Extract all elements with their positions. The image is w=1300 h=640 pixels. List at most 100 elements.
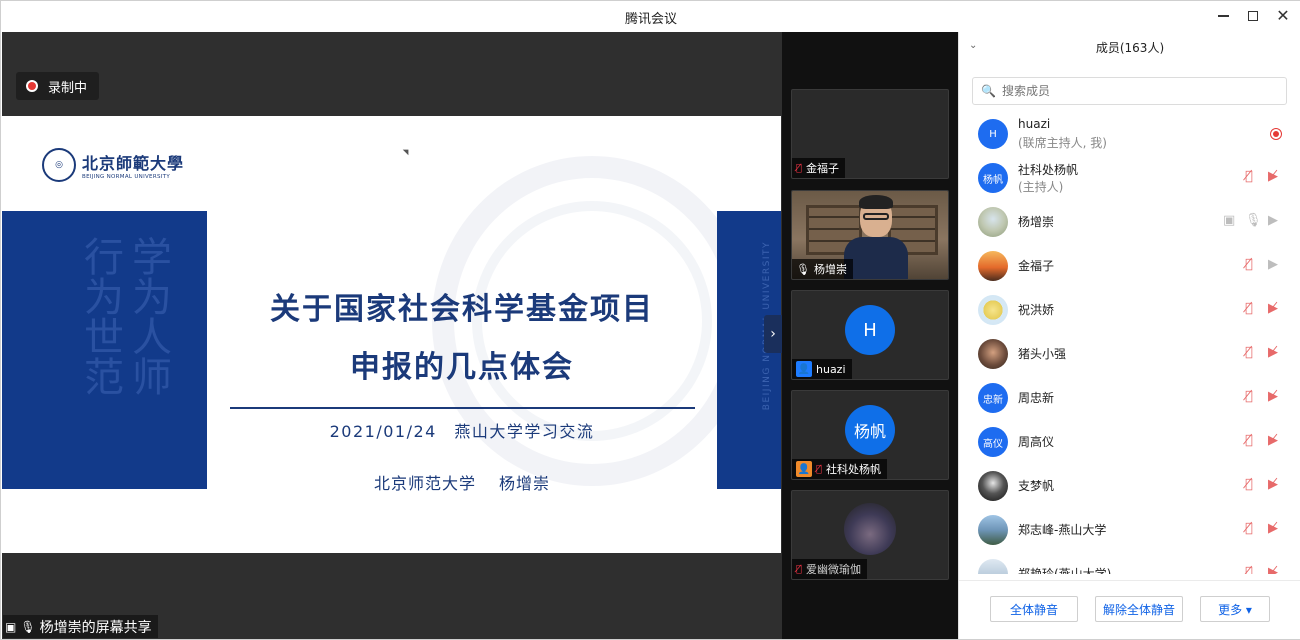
mic-off-icon[interactable]: 🎙̸ (1245, 257, 1253, 272)
video-tile[interactable]: 杨帆 👤 🎙̸ 社科处杨帆 (791, 390, 949, 480)
member-row[interactable]: 郑志峰-燕山大学 🎙̸ ▶̸ (959, 508, 1300, 552)
avatar: H (845, 305, 895, 355)
video-tile[interactable]: H 👤 huazi (791, 290, 949, 380)
camera-off-icon[interactable]: ▶̸ (1268, 389, 1278, 404)
avatar (978, 559, 1008, 574)
minimize-icon (1217, 15, 1229, 17)
camera-off-icon[interactable]: ▶̸ (1268, 565, 1278, 574)
member-row[interactable]: 金福子 🎙̸ ▶ (959, 244, 1300, 288)
member-name: huazi (1018, 117, 1051, 131)
camera-off-icon[interactable]: ▶̸ (1268, 477, 1278, 492)
video-nametag: 🎙 杨增崇 (792, 259, 853, 279)
presenter-video (844, 195, 908, 279)
search-icon: 🔍 (981, 84, 996, 98)
minimize-button[interactable] (1211, 5, 1235, 27)
slide-title-line1: 关于国家社会科学基金项目 (270, 292, 654, 327)
video-name: 杨增崇 (813, 263, 847, 276)
member-row[interactable]: 猪头小强 🎙̸ ▶̸ (959, 332, 1300, 376)
member-row[interactable]: 忠新 周忠新 🎙̸ ▶̸ (959, 376, 1300, 420)
mic-off-icon[interactable]: 🎙̸ (1245, 345, 1253, 360)
camera-off-icon[interactable]: ▶̸ (1268, 169, 1278, 184)
members-count: 成员(163人) (1095, 40, 1165, 55)
mic-off-icon[interactable]: 🎙̸ (1245, 477, 1253, 492)
mic-off-icon[interactable]: 🎙̸ (1245, 169, 1253, 184)
mute-all-button[interactable]: 全体静音 (990, 596, 1078, 622)
record-icon (26, 80, 38, 92)
member-name: 周忠新 (1018, 391, 1055, 405)
avatar: H (978, 119, 1008, 149)
member-row[interactable]: 郑艳玲(燕山大学) 🎙̸ ▶̸ (959, 552, 1300, 574)
video-tile[interactable]: 🎙̸ 爱幽微瑜伽 (791, 490, 949, 580)
host-icon: 👤 (796, 461, 812, 477)
avatar (978, 295, 1008, 325)
shared-slide: ◎ 北京師範大學 BEIJING NORMAL UNIVERSITY 学为人师 … (2, 116, 781, 553)
camera-off-icon[interactable]: ▶̸ (1268, 345, 1278, 360)
mic-off-icon: 🎙̸ (796, 162, 803, 174)
camera-off-icon[interactable]: ▶̸ (1268, 433, 1278, 448)
video-nametag: 🎙̸ 爱幽微瑜伽 (792, 559, 868, 579)
members-panel: ⌄ 成员(163人) 🔍 H huazi (联席主持人, 我) 杨帆 社科处杨帆… (958, 32, 1300, 639)
recording-badge[interactable]: 录制中 (16, 72, 100, 100)
avatar (978, 339, 1008, 369)
camera-off-icon[interactable]: ▶̸ (1268, 301, 1278, 316)
video-strip: 🎙̸ 金福子 🎙 杨增崇 H 👤 huazi 杨帆 👤 🎙̸ 社科处杨帆 🎙̸ … (782, 32, 958, 639)
member-row[interactable]: 支梦帆 🎙̸ ▶̸ (959, 464, 1300, 508)
motto-text: 学为人师 行为世范 (77, 236, 171, 396)
avatar (978, 207, 1008, 237)
member-name: 猪头小强 (1018, 347, 1067, 361)
logo-en: BEIJING NORMAL UNIVERSITY (82, 174, 170, 180)
member-row[interactable]: 祝洪娇 🎙̸ ▶̸ (959, 288, 1300, 332)
unmute-all-button[interactable]: 解除全体静音 (1095, 596, 1183, 622)
member-name: 郑艳玲(燕山大学) (1018, 567, 1112, 574)
video-name: huazi (816, 362, 846, 376)
member-row[interactable]: 杨帆 社科处杨帆 (主持人) 🎙̸ ▶̸ (959, 156, 1300, 200)
member-search[interactable]: 🔍 (972, 77, 1287, 105)
maximize-button[interactable] (1241, 5, 1265, 27)
member-role: (主持人) (1018, 180, 1064, 194)
camera-icon[interactable]: ▶ (1268, 257, 1278, 272)
video-nametag: 👤 🎙̸ 社科处杨帆 (792, 459, 888, 479)
collapse-video-strip-button[interactable]: › (764, 315, 782, 353)
more-button[interactable]: 更多 ▾ (1200, 596, 1270, 622)
member-row[interactable]: H huazi (联席主持人, 我) (959, 112, 1300, 156)
member-name: 金福子 (1018, 259, 1055, 273)
mic-icon[interactable]: 🎙 (1245, 213, 1262, 228)
avatar (978, 251, 1008, 281)
members-header: ⌄ 成员(163人) (959, 32, 1300, 62)
member-name: 支梦帆 (1018, 479, 1055, 493)
mic-off-icon[interactable]: 🎙̸ (1245, 565, 1253, 574)
avatar (844, 503, 896, 555)
search-input[interactable] (1001, 84, 1272, 98)
mic-off-icon[interactable]: 🎙̸ (1245, 389, 1253, 404)
mic-off-icon: 🎙̸ (816, 463, 823, 475)
member-row[interactable]: 高仪 周高仪 🎙̸ ▶̸ (959, 420, 1300, 464)
camera-icon[interactable]: ▶ (1268, 213, 1278, 228)
mic-off-icon[interactable]: 🎙̸ (1245, 521, 1253, 536)
mic-off-icon: 🎙̸ (796, 563, 803, 575)
mic-icon: 🎙 (796, 262, 810, 276)
recording-icon (1270, 128, 1282, 140)
mic-off-icon[interactable]: 🎙̸ (1245, 433, 1253, 448)
screen-share-icon: ▣ (1223, 213, 1236, 228)
close-button[interactable]: ✕ (1271, 5, 1295, 27)
video-tile[interactable]: 🎙 杨增崇 (791, 190, 949, 280)
video-tile[interactable]: 🎙̸ 金福子 (791, 89, 949, 179)
slide-date-line: 2021/01/24 燕山大学学习交流 (329, 422, 595, 441)
app-window: 腾讯会议 ✕ 录制中 ◎ 北京師範大學 BEIJING NORMAL UNIVE… (0, 0, 1300, 640)
avatar: 杨帆 (845, 405, 895, 455)
avatar: 高仪 (978, 427, 1008, 457)
chevron-down-icon[interactable]: ⌄ (969, 40, 977, 51)
video-nametag: 🎙̸ 金福子 (792, 158, 846, 178)
logo-cn: 北京師範大學 (82, 154, 185, 173)
chevron-right-icon: › (770, 326, 776, 342)
member-name: 杨增崇 (1018, 215, 1055, 229)
mic-off-icon[interactable]: 🎙̸ (1245, 301, 1253, 316)
member-list: H huazi (联席主持人, 我) 杨帆 社科处杨帆 (主持人) 🎙̸ ▶̸ … (959, 112, 1300, 574)
maximize-icon (1248, 11, 1258, 21)
member-row[interactable]: 杨增崇 ▣ 🎙 ▶ (959, 200, 1300, 244)
member-name: 祝洪娇 (1018, 303, 1055, 317)
camera-off-icon[interactable]: ▶̸ (1268, 521, 1278, 536)
screen-share-area: 录制中 ◎ 北京師範大學 BEIJING NORMAL UNIVERSITY 学… (2, 32, 782, 639)
video-name: 社科处杨帆 (826, 463, 882, 476)
members-footer: 全体静音 解除全体静音 更多 ▾ (959, 580, 1300, 639)
